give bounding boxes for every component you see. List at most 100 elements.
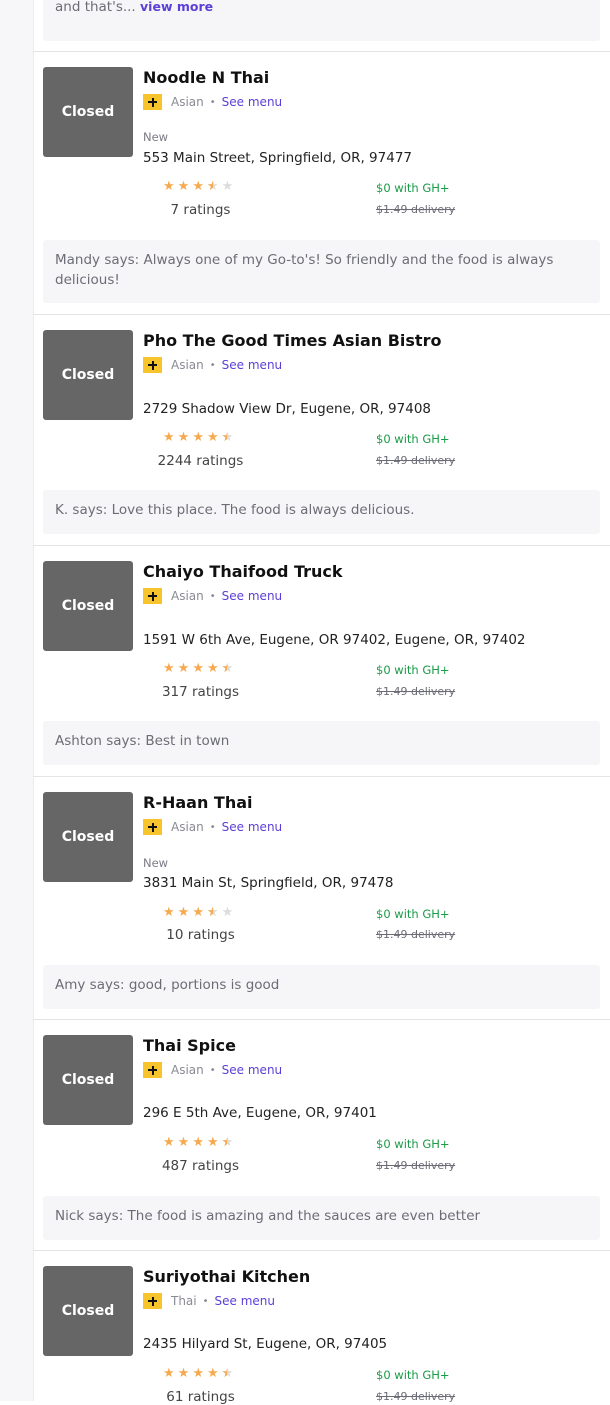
- gh-plus-offer: $0 with GH+: [376, 1368, 450, 1382]
- closed-label: Closed: [61, 1303, 115, 1319]
- restaurant-address: 296 E 5th Ave, Eugene, OR, 97401: [143, 1105, 377, 1121]
- delivery-fee: $1.49 delivery: [376, 203, 456, 216]
- see-menu-link[interactable]: See menu: [222, 820, 282, 834]
- see-menu-link[interactable]: See menu: [215, 1294, 275, 1308]
- delivery-fee: $1.49 delivery: [376, 1390, 456, 1403]
- grubhub-plus-icon: [143, 588, 162, 604]
- delivery-fee: $1.49 delivery: [376, 454, 456, 467]
- new-badge: New: [143, 130, 169, 144]
- review-snippet: K. says: Love this place. The food is al…: [43, 490, 600, 534]
- bullet-separator: •: [209, 821, 216, 833]
- cuisine-label: Asian: [171, 820, 204, 834]
- restaurant-name[interactable]: Thai Spice: [143, 1036, 236, 1055]
- restaurant-card[interactable]: Closed Chaiyo Thaifood Truck Asian • See…: [33, 545, 610, 776]
- restaurant-address: 2435 Hilyard St, Eugene, OR, 97405: [143, 1336, 388, 1352]
- restaurant-name[interactable]: R-Haan Thai: [143, 793, 253, 812]
- cuisine-label: Asian: [171, 589, 204, 603]
- restaurant-name[interactable]: Noodle N Thai: [143, 68, 269, 87]
- closed-label: Closed: [61, 829, 115, 845]
- gh-plus-offer: $0 with GH+: [376, 907, 450, 921]
- restaurant-thumbnail[interactable]: Closed: [43, 792, 133, 882]
- left-gutter: [0, 0, 34, 1401]
- star-full-icon: ★: [163, 1135, 175, 1150]
- review-text: Nick says: The food is amazing and the s…: [55, 1208, 481, 1224]
- star-full-icon: ★: [177, 179, 190, 194]
- restaurant-address: 553 Main Street, Springfield, OR, 97477: [143, 150, 412, 166]
- restaurant-meta: Asian • See menu: [143, 357, 282, 373]
- see-menu-link[interactable]: See menu: [222, 1063, 282, 1077]
- cuisine-label: Asian: [171, 358, 204, 372]
- star-half-icon: ★: [207, 906, 219, 919]
- review-snippet: and that's... view more: [43, 0, 600, 41]
- star-full-icon: ★: [163, 1366, 175, 1381]
- star-rating: ★ ★ ★ ★ ★: [163, 431, 233, 444]
- closed-label: Closed: [61, 1072, 115, 1088]
- star-full-icon: ★: [206, 1366, 219, 1381]
- star-empty-icon: ★: [221, 905, 234, 920]
- restaurant-card[interactable]: Closed Thai Spice Asian • See menu 296 E…: [33, 1019, 610, 1250]
- review-text: and that's...: [55, 0, 136, 15]
- bullet-separator: •: [209, 590, 216, 602]
- star-rating: ★ ★ ★ ★ ★: [163, 180, 233, 193]
- restaurant-thumbnail[interactable]: Closed: [43, 67, 133, 157]
- ratings-count: 2244 ratings: [157, 453, 244, 469]
- grubhub-plus-icon: [143, 1293, 162, 1309]
- see-menu-link[interactable]: See menu: [222, 358, 282, 372]
- gh-plus-offer: $0 with GH+: [376, 1137, 450, 1151]
- review-text: Ashton says: Best in town: [55, 733, 230, 749]
- restaurant-card[interactable]: Closed Suriyothai Kitchen Thai • See men…: [33, 1250, 610, 1405]
- review-snippet: Amy says: good, portions is good: [43, 965, 600, 1009]
- cuisine-label: Thai: [171, 1294, 197, 1308]
- see-menu-link[interactable]: See menu: [222, 95, 282, 109]
- restaurant-thumbnail[interactable]: Closed: [43, 1266, 133, 1356]
- restaurant-thumbnail[interactable]: Closed: [43, 330, 133, 420]
- star-full-icon: ★: [192, 179, 204, 194]
- star-empty-icon: ★: [221, 179, 234, 194]
- star-full-icon: ★: [206, 661, 219, 676]
- star-rating: ★ ★ ★ ★ ★: [163, 906, 233, 919]
- restaurant-name[interactable]: Pho The Good Times Asian Bistro: [143, 331, 441, 350]
- ratings-count: 317 ratings: [161, 684, 240, 700]
- star-full-icon: ★: [163, 430, 175, 445]
- review-text: K. says: Love this place. The food is al…: [55, 502, 415, 518]
- star-half-icon: ★: [222, 662, 234, 675]
- review-snippet: Nick says: The food is amazing and the s…: [43, 1196, 600, 1240]
- restaurant-address: 1591 W 6th Ave, Eugene, OR 97402, Eugene…: [143, 632, 526, 648]
- restaurant-card[interactable]: Closed R-Haan Thai Asian • See menu New …: [33, 776, 610, 1019]
- gh-plus-offer: $0 with GH+: [376, 432, 450, 446]
- review-snippet: Ashton says: Best in town: [43, 721, 600, 765]
- delivery-fee: $1.49 delivery: [376, 685, 456, 698]
- star-full-icon: ★: [177, 1135, 190, 1150]
- restaurant-meta: Asian • See menu: [143, 588, 282, 604]
- star-full-icon: ★: [177, 661, 190, 676]
- star-full-icon: ★: [177, 905, 190, 920]
- restaurant-name[interactable]: Suriyothai Kitchen: [143, 1267, 310, 1286]
- gh-plus-offer: $0 with GH+: [376, 181, 450, 195]
- star-full-icon: ★: [192, 1135, 204, 1150]
- star-rating: ★ ★ ★ ★ ★: [163, 1367, 233, 1380]
- restaurant-address: 2729 Shadow View Dr, Eugene, OR, 97408: [143, 401, 432, 417]
- new-badge: New: [143, 856, 169, 870]
- restaurant-thumbnail[interactable]: Closed: [43, 561, 133, 651]
- restaurant-meta: Thai • See menu: [143, 1293, 275, 1309]
- restaurant-card[interactable]: Closed Pho The Good Times Asian Bistro A…: [33, 314, 610, 545]
- star-full-icon: ★: [163, 179, 175, 194]
- grubhub-plus-icon: [143, 357, 162, 373]
- view-more-link[interactable]: view more: [140, 0, 213, 14]
- ratings-count: 10 ratings: [166, 927, 235, 943]
- star-full-icon: ★: [206, 1135, 219, 1150]
- star-rating: ★ ★ ★ ★ ★: [163, 1136, 233, 1149]
- restaurant-meta: Asian • See menu: [143, 1062, 282, 1078]
- bullet-separator: •: [202, 1295, 209, 1307]
- ratings-count: 61 ratings: [166, 1389, 235, 1405]
- star-full-icon: ★: [163, 661, 175, 676]
- restaurant-name[interactable]: Chaiyo Thaifood Truck: [143, 562, 343, 581]
- restaurant-thumbnail[interactable]: Closed: [43, 1035, 133, 1125]
- star-half-icon: ★: [207, 180, 219, 193]
- cuisine-label: Asian: [171, 1063, 204, 1077]
- restaurant-card[interactable]: Closed Noodle N Thai Asian • See menu Ne…: [33, 51, 610, 314]
- see-menu-link[interactable]: See menu: [222, 589, 282, 603]
- star-full-icon: ★: [163, 905, 175, 920]
- review-text: Mandy says: Always one of my Go-to's! So…: [55, 252, 554, 288]
- star-rating: ★ ★ ★ ★ ★: [163, 662, 233, 675]
